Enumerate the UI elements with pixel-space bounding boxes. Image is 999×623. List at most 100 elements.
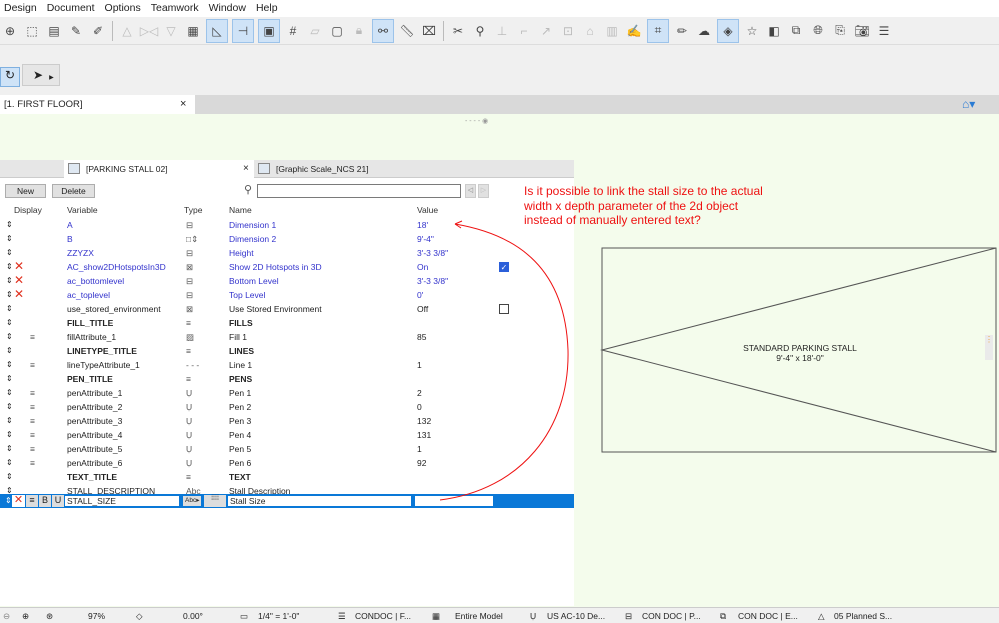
parameter-value[interactable]: On xyxy=(417,262,428,272)
parameter-row[interactable]: ⇕ ≡ penAttribute_1 Ụ Pen 1 2 xyxy=(0,386,574,400)
drag-handle-icon[interactable]: ⇕ xyxy=(6,374,13,383)
drag-handle-icon[interactable]: ⇕ xyxy=(6,318,13,327)
new-button[interactable]: New xyxy=(5,184,46,198)
indent-icon[interactable]: ≡ xyxy=(26,495,38,507)
drag-handle-icon[interactable]: ⇕ xyxy=(6,346,13,355)
delete-x-icon[interactable]: ✕ xyxy=(12,495,25,507)
search-input[interactable] xyxy=(257,184,461,198)
parameter-value[interactable]: 9'-4" xyxy=(417,234,434,244)
parameter-value[interactable]: 3'-3 3/8" xyxy=(417,248,448,258)
parameter-value[interactable]: 0 xyxy=(417,402,422,412)
hidden-x-icon[interactable]: ✕ xyxy=(14,259,24,273)
view-option-2[interactable]: CON DOC | E... xyxy=(738,611,798,621)
drag-handle-icon[interactable]: ⇕ xyxy=(6,304,13,313)
parameter-row[interactable]: ⇕ A ⊟ Dimension 1 18' xyxy=(0,218,574,232)
parameter-value[interactable]: 2 xyxy=(417,388,422,398)
indent-icon[interactable]: ≡ xyxy=(30,360,35,370)
indent-icon[interactable]: ≡ xyxy=(30,458,35,468)
drag-handle-icon[interactable]: ⇕ xyxy=(6,360,13,369)
parameter-row[interactable]: ⇕ ≡ lineTypeAttribute_1 - - - Line 1 1 xyxy=(0,358,574,372)
parameter-value[interactable]: 131 xyxy=(417,430,431,440)
value-checkbox[interactable] xyxy=(499,304,509,314)
drag-handle-icon[interactable]: ⇕ xyxy=(6,276,13,285)
drag-handle-icon[interactable]: ⇕ xyxy=(6,402,13,411)
drag-handle-icon[interactable]: ⇕ xyxy=(6,262,13,271)
parameter-row[interactable]: ⇕ LINETYPE_TITLE ≡ LINES xyxy=(0,344,574,358)
parameter-row[interactable]: ⇕ PEN_TITLE ≡ PENS xyxy=(0,372,574,386)
hidden-x-icon[interactable]: ✕ xyxy=(14,287,24,301)
drag-handle-icon[interactable]: ⇕ xyxy=(6,290,13,299)
parameter-row[interactable]: ⇕ ≡ penAttribute_4 Ụ Pen 4 131 xyxy=(0,428,574,442)
parameter-row[interactable]: ⇕ ≡ fillAttribute_1 ▨ Fill 1 85 xyxy=(0,330,574,344)
drag-handle-icon[interactable]: ⇕ xyxy=(6,472,13,481)
drag-handle-icon[interactable]: ⇕ xyxy=(6,444,13,453)
drag-handle-icon[interactable]: ⇕ xyxy=(6,332,13,341)
parameter-value[interactable]: 92 xyxy=(417,458,426,468)
layer-combination[interactable]: CONDOC | F... xyxy=(355,611,411,621)
array-icon[interactable]: ⁞⁞⁞⁞ xyxy=(204,495,226,507)
display-name-field[interactable]: Stall Size xyxy=(227,495,412,507)
drag-handle-icon[interactable]: ⇕ xyxy=(6,430,13,439)
parameter-value[interactable]: 85 xyxy=(417,332,426,342)
angle-value[interactable]: 0.00° xyxy=(183,611,203,621)
indent-icon[interactable]: ≡ xyxy=(30,430,35,440)
drag-handle-icon[interactable]: ⇕ xyxy=(6,458,13,467)
zoom-out-icon[interactable]: ⊖ xyxy=(3,611,10,622)
underline-toggle[interactable]: U xyxy=(52,495,64,507)
indent-icon[interactable]: ≡ xyxy=(30,332,35,342)
tab-graphic-scale[interactable]: [Graphic Scale_NCS 21] xyxy=(254,160,434,178)
bold-toggle[interactable]: B xyxy=(39,495,51,507)
tab-parking-stall[interactable]: [PARKING STALL 02] × xyxy=(64,160,254,178)
parameter-value[interactable]: 0' xyxy=(417,290,423,300)
parameter-value[interactable]: 3'-3 3/8" xyxy=(417,276,448,286)
hidden-x-icon[interactable]: ✕ xyxy=(14,273,24,287)
zoom-in-icon[interactable]: ⊕ xyxy=(22,611,29,622)
parameter-row[interactable]: ⇕ TEXT_TITLE ≡ TEXT xyxy=(0,470,574,484)
model-view[interactable]: Entire Model xyxy=(455,611,503,621)
parameter-row[interactable]: ⇕ ✕ ac_bottomlevel ⊟ Bottom Level 3'-3 3/8" xyxy=(0,273,574,288)
parameter-row[interactable]: ⇕ B □⇕ Dimension 2 9'-4" xyxy=(0,232,574,246)
parameter-value[interactable]: 1 xyxy=(417,360,422,370)
parameter-row[interactable]: ⇕ ZZYZX ⊟ Height 3'-3 3/8" xyxy=(0,246,574,260)
drag-handle-icon[interactable]: ⇕ xyxy=(6,220,13,229)
view-option-1[interactable]: CON DOC | P... xyxy=(642,611,701,621)
parameter-row[interactable]: ⇕ ≡ penAttribute_3 Ụ Pen 3 132 xyxy=(0,414,574,428)
renovation-filter[interactable]: 05 Planned S... xyxy=(834,611,892,621)
parameter-value[interactable]: 132 xyxy=(417,416,431,426)
scale-value[interactable]: 1/4" = 1'-0" xyxy=(258,611,299,621)
pen-set[interactable]: US AC-10 De... xyxy=(547,611,605,621)
prev-result-button[interactable]: ◁ xyxy=(465,184,476,198)
indent-icon[interactable]: ≡ xyxy=(30,416,35,426)
parameter-value[interactable]: 18' xyxy=(417,220,428,230)
drag-handle-icon[interactable]: ⇕ xyxy=(6,248,13,257)
parameter-value[interactable]: Off xyxy=(417,304,428,314)
parameter-row[interactable]: ⇕ ≡ penAttribute_6 Ụ Pen 6 92 xyxy=(0,456,574,470)
delete-button[interactable]: Delete xyxy=(52,184,95,198)
zoom-level[interactable]: 97% xyxy=(88,611,105,621)
parameter-row[interactable]: ⇕ ≡ penAttribute_5 Ụ Pen 5 1 xyxy=(0,442,574,456)
parameter-row[interactable]: ⇕ ✕ ac_toplevel ⊟ Top Level 0' xyxy=(0,287,574,302)
drag-handle-icon[interactable]: ⇕ xyxy=(6,388,13,397)
dimension-a-icon: ⊟ xyxy=(186,220,194,230)
next-result-button[interactable]: ▷ xyxy=(478,184,489,198)
drag-handle-icon[interactable]: ⇕ xyxy=(5,496,12,505)
parameter-row[interactable]: ⇕ FILL_TITLE ≡ FILLS xyxy=(0,316,574,330)
parameter-row[interactable]: ⇕ use_stored_environment ⊠ Use Stored Envir… xyxy=(0,302,574,316)
parameter-value[interactable]: 1 xyxy=(417,444,422,454)
value-checkbox[interactable]: ✓ xyxy=(499,262,509,272)
canvas-side-handle[interactable]: ⋮ xyxy=(985,335,993,360)
drag-handle-icon[interactable]: ⇕ xyxy=(6,234,13,243)
parameter-edit-row[interactable]: ⇕ ✕ ≡ B U STALL_SIZE Abc▸ ⁞⁞⁞⁞ Stall Siz… xyxy=(0,494,574,508)
close-tab-icon[interactable]: × xyxy=(243,163,249,174)
indent-icon[interactable]: ≡ xyxy=(30,402,35,412)
variable-name: B xyxy=(67,234,73,244)
drag-handle-icon[interactable]: ⇕ xyxy=(6,416,13,425)
type-selector[interactable]: Abc▸ xyxy=(182,495,202,507)
value-field[interactable] xyxy=(414,495,494,507)
parameter-row[interactable]: ⇕ ✕ AC_show2DHotspotsIn3D ⊠ Show 2D Hotspots… xyxy=(0,259,574,274)
variable-name-field[interactable]: STALL_SIZE xyxy=(64,495,180,507)
fit-zoom-icon[interactable]: ⊛ xyxy=(46,611,53,622)
indent-icon[interactable]: ≡ xyxy=(30,388,35,398)
parameter-row[interactable]: ⇕ ≡ penAttribute_2 Ụ Pen 2 0 xyxy=(0,400,574,414)
indent-icon[interactable]: ≡ xyxy=(30,444,35,454)
